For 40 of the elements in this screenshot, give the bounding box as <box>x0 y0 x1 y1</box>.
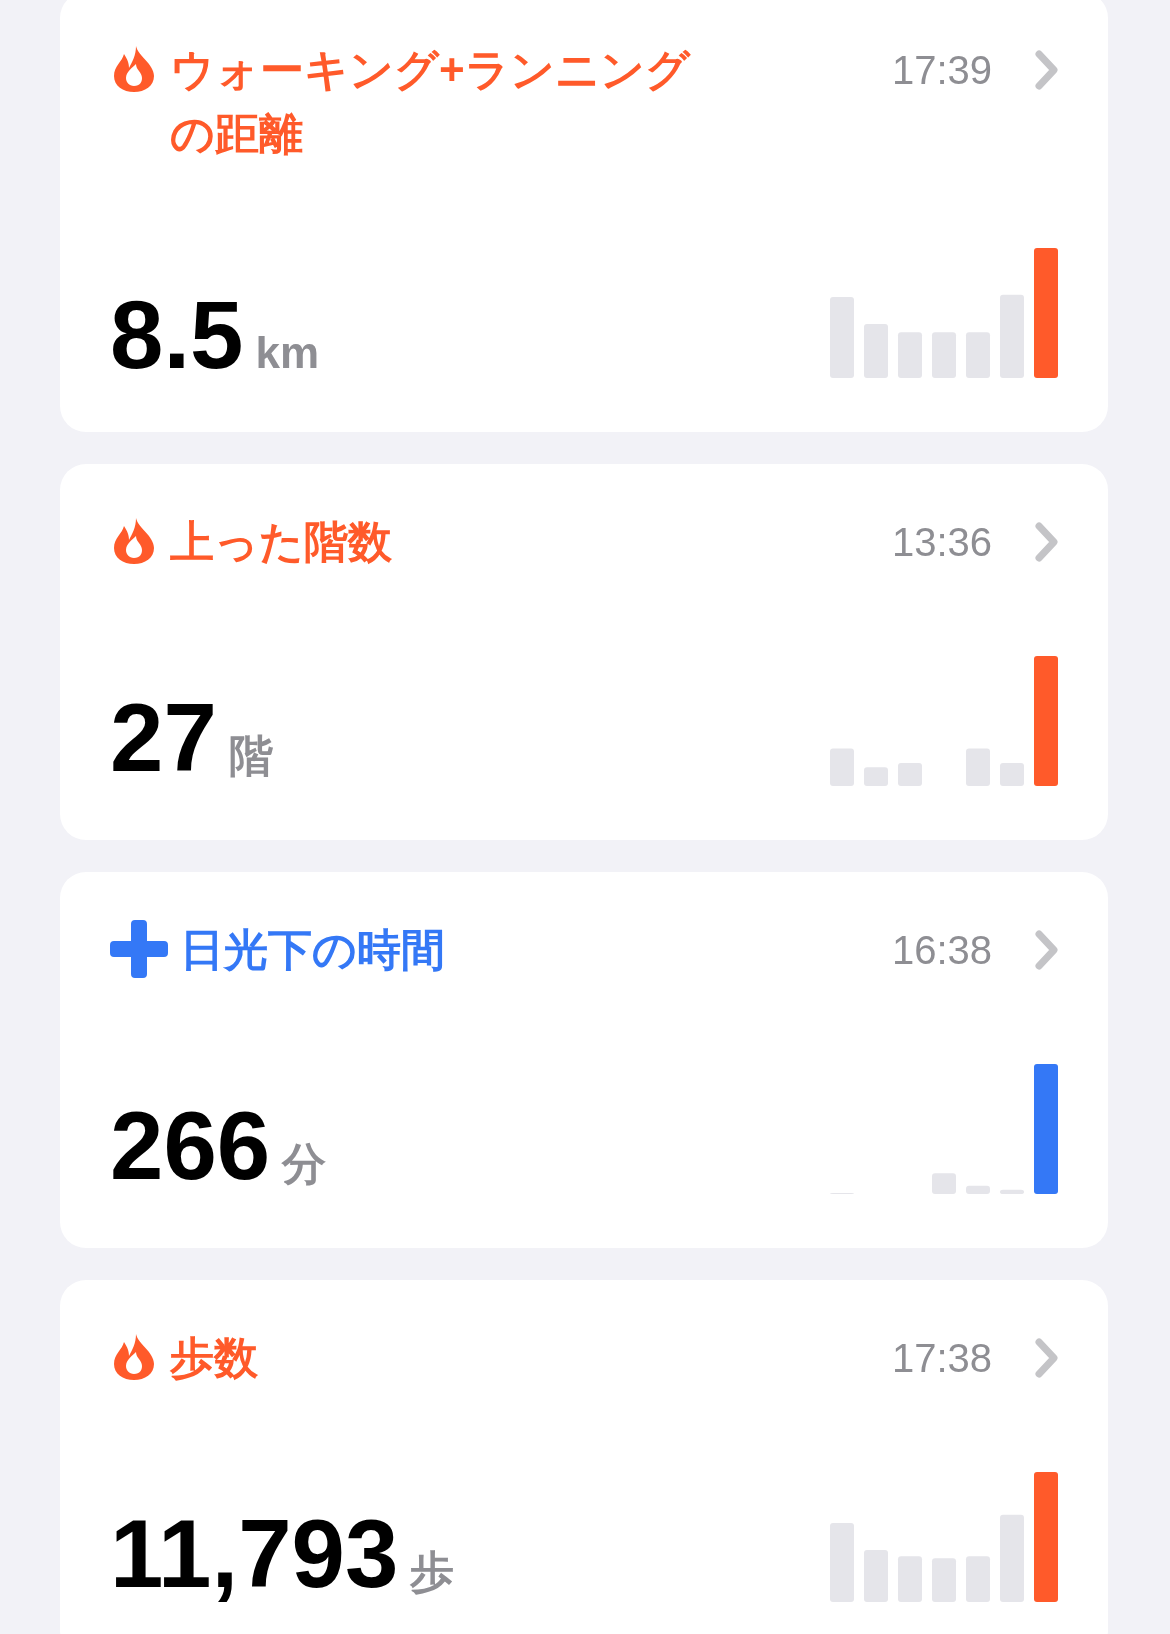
chevron-icon <box>1034 520 1060 564</box>
unit-label: 分 <box>282 1138 327 1190</box>
unit-label: 歩 <box>410 1546 455 1598</box>
metric-card[interactable]: 日光下の時間 16:38 266 分 <box>60 872 1108 1248</box>
time-label: 17:38 <box>891 1335 992 1382</box>
bar <box>1000 763 1024 786</box>
metric-value: 27 <box>110 688 217 788</box>
time-label: 13:36 <box>891 519 992 566</box>
chevron-icon <box>1034 928 1060 972</box>
card-title: 歩数 <box>170 1332 258 1384</box>
chevron-icon <box>1034 48 1060 92</box>
bar <box>966 1185 990 1194</box>
card-title: 日光下の時間 <box>180 924 445 976</box>
bar <box>898 332 922 378</box>
unit-label: km <box>255 328 320 378</box>
bar <box>932 1558 956 1602</box>
bar <box>932 332 956 378</box>
bar <box>864 1550 888 1602</box>
time-label: 17:39 <box>891 47 992 94</box>
time-label: 16:38 <box>891 927 992 974</box>
metric-card[interactable]: ウォーキング+ランニングの距離 17:39 8.5 km <box>60 0 1108 432</box>
bar <box>864 767 888 786</box>
bar <box>898 763 922 786</box>
unit-label: 階 <box>228 730 273 782</box>
chevron-icon <box>1034 1336 1060 1380</box>
bar <box>966 332 990 378</box>
metric-value: 8.5 <box>110 285 244 385</box>
metric-value: 11,793 <box>110 1504 399 1604</box>
bar <box>898 1556 922 1602</box>
card-title: ウォーキング+ランニングの距離 <box>170 44 692 160</box>
metric-card[interactable]: 上った階数 13:36 27 階 <box>60 464 1108 840</box>
bar <box>932 1173 956 1194</box>
metric-value: 266 <box>110 1096 271 1196</box>
bar <box>966 748 990 786</box>
metric-card[interactable]: 歩数 17:38 11,793 歩 <box>60 1280 1108 1634</box>
bar <box>966 1556 990 1602</box>
card-title: 上った階数 <box>170 516 392 568</box>
bar <box>1000 1189 1024 1194</box>
bar <box>864 323 888 378</box>
bar <box>830 748 854 786</box>
